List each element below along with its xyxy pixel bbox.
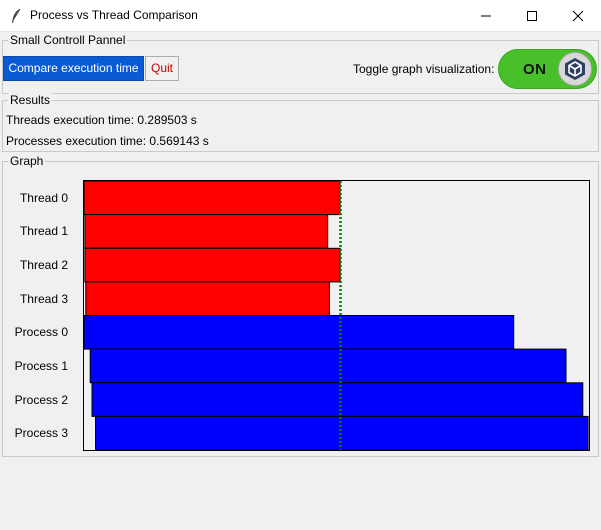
bar-thread-1 xyxy=(84,214,329,249)
toggle-state-label: ON xyxy=(523,61,547,78)
minimize-icon xyxy=(481,15,491,17)
bar-thread-2 xyxy=(84,247,341,283)
control-panel-legend: Small Controll Pannel xyxy=(8,33,128,47)
processes-time-label: Processes execution time: 0.569143 s xyxy=(6,134,209,148)
execution-timeline-chart xyxy=(84,181,589,451)
graph-toggle-switch[interactable]: ON xyxy=(498,49,597,89)
bar-process-3 xyxy=(95,415,589,451)
threads-time-label: Threads execution time: 0.289503 s xyxy=(6,113,197,127)
window-title: Process vs Thread Comparison xyxy=(30,8,198,22)
graph-legend: Graph xyxy=(8,154,46,168)
bar-thread-0 xyxy=(84,181,341,216)
bar-process-2 xyxy=(91,382,584,417)
compare-execution-button[interactable]: Compare execution time xyxy=(3,56,144,81)
quit-button[interactable]: Quit xyxy=(145,56,179,81)
toggle-label: Toggle graph visualization: xyxy=(353,62,495,76)
row-label-process-1: Process 1 xyxy=(14,358,68,373)
row-label-process-2: Process 2 xyxy=(14,392,68,407)
bar-thread-3 xyxy=(85,281,330,316)
minimize-button[interactable] xyxy=(463,0,509,31)
row-label-thread-2: Thread 2 xyxy=(19,258,68,273)
title-bar: Process vs Thread Comparison xyxy=(0,0,601,32)
results-legend: Results xyxy=(8,93,53,107)
bar-process-0 xyxy=(84,315,515,350)
graph-canvas xyxy=(83,180,590,451)
cube-icon xyxy=(565,58,585,80)
maximize-icon xyxy=(527,11,537,21)
feather-icon xyxy=(10,8,22,24)
bar-process-1 xyxy=(89,348,567,384)
close-icon xyxy=(572,10,584,22)
row-label-thread-3: Thread 3 xyxy=(19,291,68,306)
row-label-process-3: Process 3 xyxy=(14,426,68,441)
toggle-knob xyxy=(558,52,592,86)
row-label-thread-1: Thread 1 xyxy=(19,224,68,239)
close-button[interactable] xyxy=(555,0,601,31)
row-label-process-0: Process 0 xyxy=(14,325,68,340)
row-label-thread-0: Thread 0 xyxy=(19,190,68,205)
maximize-button[interactable] xyxy=(509,0,555,31)
